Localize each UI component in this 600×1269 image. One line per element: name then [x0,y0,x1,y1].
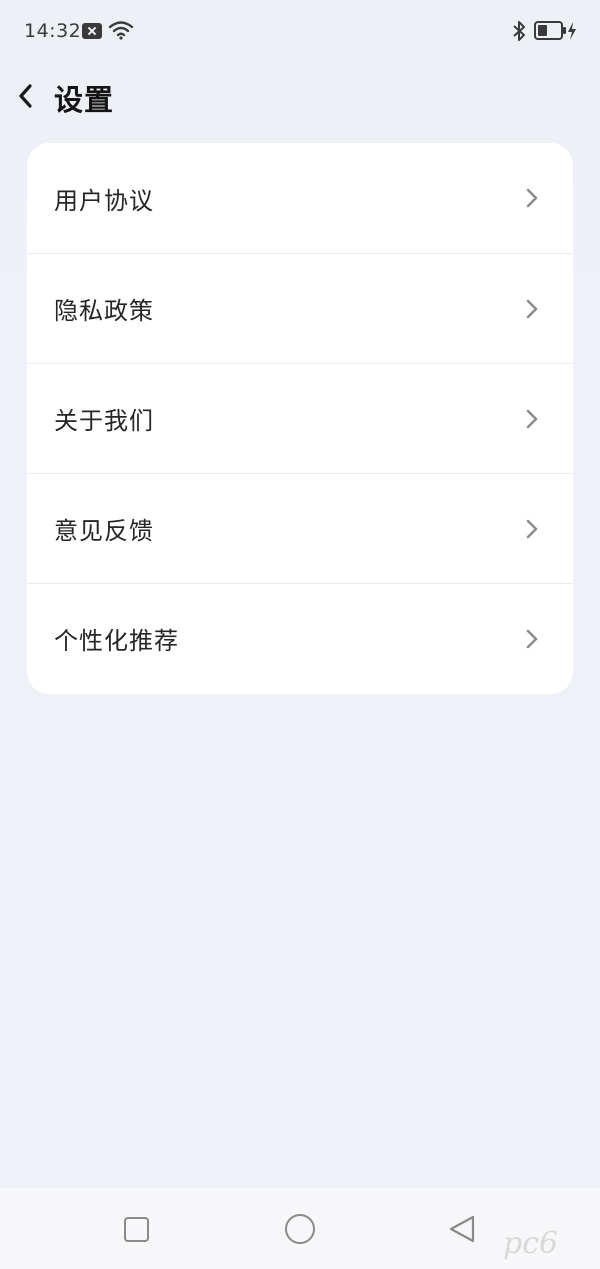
page-title: 设置 [54,83,115,117]
chevron-right-icon [526,299,538,319]
wifi-icon [108,21,134,40]
recent-apps-icon[interactable] [124,1217,149,1242]
header: 设置 [0,62,600,132]
settings-item-label: 隐私政策 [54,297,154,325]
settings-item-about-us[interactable]: 关于我们 [27,363,573,473]
bluetooth-icon [513,21,525,41]
chevron-right-icon [526,409,538,429]
settings-item-label: 用户协议 [54,186,154,215]
chevron-right-icon [526,519,538,539]
settings-item-label: 意见反馈 [54,517,154,545]
back-triangle-icon[interactable] [448,1214,476,1244]
status-bar: 14:32 [0,0,600,62]
back-button[interactable] [8,74,44,118]
home-icon[interactable] [285,1214,315,1244]
settings-screen: 14:32 设置 用户协议 隐私政策 关于我们 意见反馈 个性化推荐 pc6 [0,0,600,1269]
status-time: 14:32 [24,20,82,42]
watermark-logo: pc6 [503,1226,595,1262]
settings-item-privacy-policy[interactable]: 隐私政策 [27,253,573,363]
notification-x-icon [82,23,102,39]
settings-item-label: 关于我们 [54,407,154,435]
watermark-text: pc6 [503,1226,559,1261]
settings-item-personalized-recommendation[interactable]: 个性化推荐 [27,583,573,693]
settings-list: 用户协议 隐私政策 关于我们 意见反馈 个性化推荐 [27,143,573,694]
settings-item-feedback[interactable]: 意见反馈 [27,473,573,583]
chevron-right-icon [526,188,538,208]
charging-icon [568,22,576,40]
chevron-right-icon [526,629,538,649]
chevron-left-icon [19,84,32,108]
settings-item-label: 个性化推荐 [54,627,179,655]
settings-item-user-agreement[interactable]: 用户协议 [27,143,573,253]
battery-icon [534,21,566,40]
